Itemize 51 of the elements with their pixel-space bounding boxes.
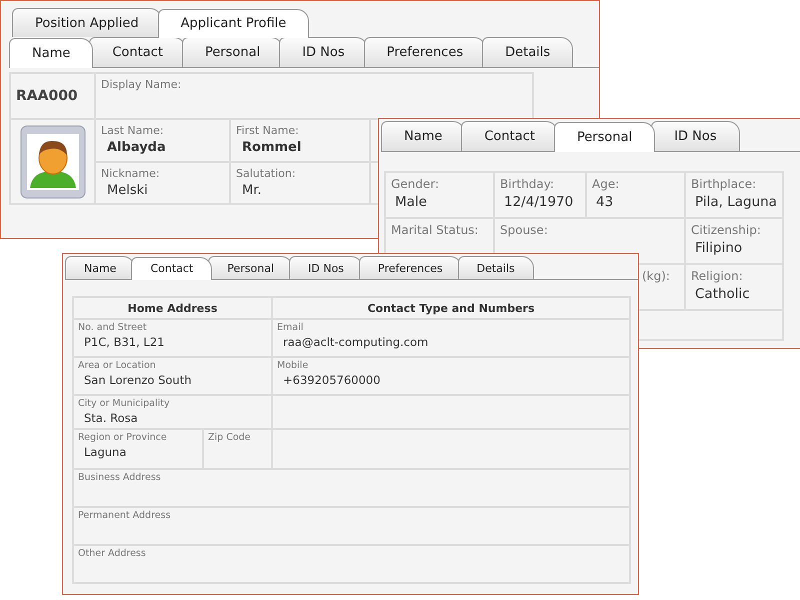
field-value: San Lorenzo South [83, 373, 193, 387]
field-label: City or Municipality [78, 398, 171, 409]
field-value: Pila, Laguna [694, 194, 777, 210]
field-label: Age: [592, 177, 620, 191]
field-label: Mobile [277, 360, 310, 371]
field-label: Marital Status: [391, 223, 480, 237]
field-value: Melski [106, 183, 149, 198]
field-value: Mr. [241, 183, 262, 198]
field-value: 43 [595, 194, 614, 210]
tab[interactable]: Contact [131, 257, 212, 280]
field-label: Zip Code [208, 432, 252, 443]
field-value: Filipino [694, 240, 744, 256]
tab[interactable]: Personal [554, 122, 656, 152]
tab[interactable]: Details [482, 37, 574, 67]
field-label: First Name: [236, 124, 300, 137]
field-value: 12/4/1970 [503, 194, 574, 210]
field-label: Citizenship: [691, 223, 762, 237]
field-label: Birthday: [500, 177, 556, 191]
field-value: Sta. Rosa [83, 411, 139, 425]
field-value: Laguna [83, 445, 128, 459]
field-label: Region or Province [78, 432, 168, 443]
field-label: Spouse: [500, 223, 549, 237]
field-value: Catholic [694, 286, 751, 302]
field-label: Gender: [391, 177, 440, 191]
field-label: Other Address [78, 548, 147, 559]
field-label: Business Address [78, 472, 162, 483]
field-label: Permanent Address [78, 510, 172, 521]
field-label: Birthplace: [691, 177, 758, 191]
avatar-icon [20, 124, 86, 198]
column-heading: Home Address [128, 302, 218, 314]
field-label: Last Name: [101, 124, 165, 137]
field-value: Albayda [106, 140, 167, 155]
field-label: Area or Location [78, 360, 157, 371]
field-value: Male [394, 194, 428, 210]
tab[interactable]: Name [9, 38, 94, 68]
field-label: Display Name: [101, 78, 182, 91]
applicant-code: RAA000 [16, 88, 79, 104]
field-label: Nickname: [101, 167, 161, 180]
field-value: Rommel [241, 140, 302, 155]
field-label: Salutation: [236, 167, 297, 180]
field-value: raa@aclt-computing.com [282, 335, 430, 349]
field-label: Email [277, 322, 304, 333]
tab[interactable]: Details [458, 256, 534, 279]
field-label: (kg): [642, 269, 671, 283]
field-value: +639205760000 [282, 373, 382, 387]
field-value: P1C, B31, L21 [83, 335, 166, 349]
column-heading: Contact Type and Numbers [367, 302, 535, 314]
field-label: Religion: [691, 269, 744, 283]
tab[interactable]: ID Nos [651, 121, 740, 151]
field-label: No. and Street [78, 322, 148, 333]
tab[interactable]: Applicant Profile [158, 9, 310, 38]
